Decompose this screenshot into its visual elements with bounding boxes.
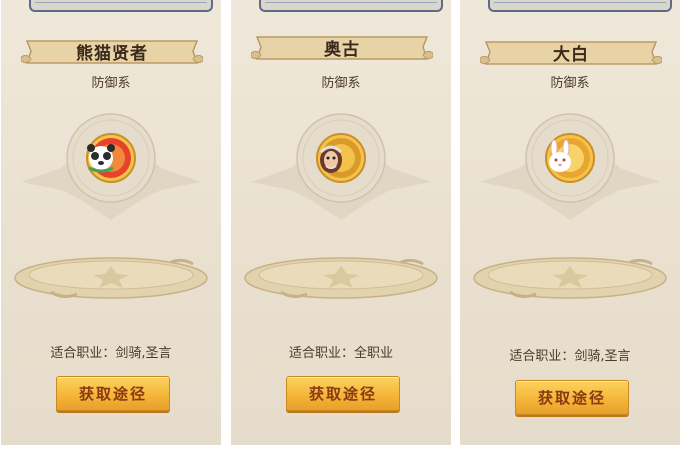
- white-rabbit-icon[interactable]: [540, 138, 580, 178]
- suitable-job: 适合职业：全职业: [288, 346, 393, 361]
- augu-icon[interactable]: [311, 138, 351, 178]
- pedestal: [14, 257, 208, 299]
- pet-name: 大白: [553, 45, 589, 65]
- pet-name: 熊猫贤者: [76, 44, 148, 64]
- pet-type: 防御系: [550, 76, 590, 91]
- panda-sage-icon[interactable]: [81, 138, 121, 178]
- pet-type: 防御系: [321, 76, 361, 91]
- name-banner: 奥古: [251, 31, 433, 63]
- suitable-job: 适合职业：剑骑,圣言: [509, 349, 631, 364]
- pet-type: 防御系: [91, 76, 131, 91]
- name-banner: 熊猫贤者: [21, 35, 203, 67]
- name-banner: 大白: [480, 36, 662, 68]
- top-frame: [488, 0, 672, 12]
- pet-card-3: 大白 防御系 适合职业：剑骑,圣言 获取途径: [460, 0, 680, 445]
- suitable-job: 适合职业：剑骑,圣言: [50, 346, 172, 361]
- get-method-button[interactable]: 获取途径: [515, 380, 629, 415]
- get-method-button[interactable]: 获取途径: [286, 376, 400, 411]
- top-frame: [29, 0, 213, 12]
- pet-name: 奥古: [324, 40, 360, 60]
- pet-card-1: 熊猫贤者 防御系 适合职业：剑骑,圣言 获取途径: [1, 0, 221, 445]
- get-method-button[interactable]: 获取途径: [56, 376, 170, 411]
- pet-card-2: 奥古 防御系 适合职业：全职业 获取途径: [231, 0, 451, 445]
- pedestal: [244, 257, 438, 299]
- pedestal: [473, 257, 667, 299]
- top-frame: [259, 0, 443, 12]
